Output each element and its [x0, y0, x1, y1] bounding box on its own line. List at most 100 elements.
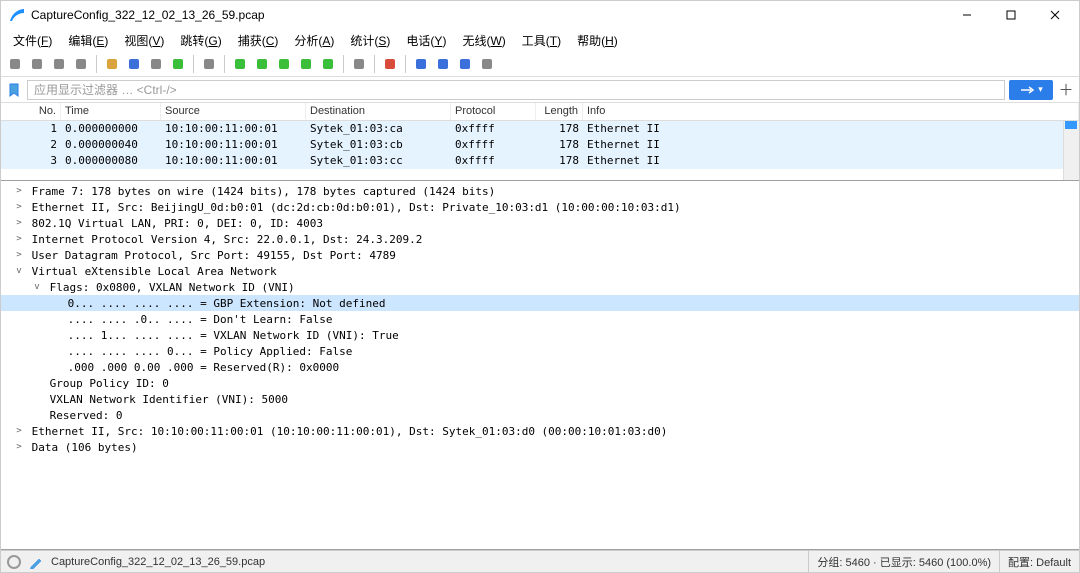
toolbar-stop-icon[interactable]: [27, 54, 47, 74]
status-profile[interactable]: 配置: Default: [999, 551, 1079, 572]
detail-row[interactable]: > Ethernet II, Src: BeijingU_0d:b0:01 (d…: [1, 199, 1079, 215]
close-button[interactable]: [1033, 1, 1077, 29]
tree-toggle-icon: [49, 346, 61, 356]
detail-row[interactable]: 0... .... .... .... = GBP Extension: Not…: [1, 295, 1079, 311]
detail-row[interactable]: v Virtual eXtensible Local Area Network: [1, 263, 1079, 279]
tree-toggle-icon: [49, 330, 61, 340]
detail-row[interactable]: .... .... .... 0... = Policy Applied: Fa…: [1, 343, 1079, 359]
detail-row[interactable]: .... 1... .... .... = VXLAN Network ID (…: [1, 327, 1079, 343]
menu-item-2[interactable]: 视图(V): [116, 30, 172, 51]
minimize-button[interactable]: [945, 1, 989, 29]
menu-item-6[interactable]: 统计(S): [342, 30, 398, 51]
maximize-button[interactable]: [989, 1, 1033, 29]
packet-list-body[interactable]: 10.00000000010:10:00:11:00:01Sytek_01:03…: [1, 121, 1079, 180]
menu-item-7[interactable]: 电话(Y): [398, 30, 454, 51]
apply-filter-button[interactable]: ▾: [1009, 80, 1053, 100]
tree-toggle-icon[interactable]: >: [13, 234, 25, 244]
menu-item-10[interactable]: 帮助(H): [569, 30, 626, 51]
menu-item-5[interactable]: 分析(A): [286, 30, 342, 51]
packet-row[interactable]: 10.00000000010:10:00:11:00:01Sytek_01:03…: [1, 121, 1079, 137]
toolbar-first-icon[interactable]: [296, 54, 316, 74]
detail-row[interactable]: > Internet Protocol Version 4, Src: 22.0…: [1, 231, 1079, 247]
status-packets: 分组: 5460 · 已显示: 5460 (100.0%): [808, 551, 999, 572]
detail-row[interactable]: > Data (106 bytes): [1, 439, 1079, 455]
toolbar-close-icon[interactable]: [146, 54, 166, 74]
tree-toggle-icon[interactable]: v: [31, 282, 43, 292]
detail-row[interactable]: Group Policy ID: 0: [1, 375, 1079, 391]
tree-toggle-icon[interactable]: >: [13, 186, 25, 196]
statusbar: CaptureConfig_322_12_02_13_26_59.pcap 分组…: [1, 550, 1079, 572]
toolbar-zoomin-icon[interactable]: [411, 54, 431, 74]
tree-toggle-icon: [31, 394, 43, 404]
toolbar-colorize-icon[interactable]: [380, 54, 400, 74]
tree-toggle-icon: [49, 298, 61, 308]
toolbar-separator: [343, 55, 344, 73]
menu-item-8[interactable]: 无线(W): [454, 30, 513, 51]
tree-toggle-icon: [49, 314, 61, 324]
add-filter-button[interactable]: ＋: [1057, 81, 1075, 99]
detail-row[interactable]: > User Datagram Protocol, Src Port: 4915…: [1, 247, 1079, 263]
detail-row[interactable]: > Ethernet II, Src: 10:10:00:11:00:01 (1…: [1, 423, 1079, 439]
tree-toggle-icon[interactable]: >: [13, 202, 25, 212]
bookmark-icon[interactable]: [5, 81, 23, 99]
col-no[interactable]: No.: [1, 103, 61, 120]
toolbar-resize-icon[interactable]: [477, 54, 497, 74]
menu-item-4[interactable]: 捕获(C): [230, 30, 287, 51]
toolbar-start-icon[interactable]: [5, 54, 25, 74]
tree-toggle-icon: [49, 362, 61, 372]
col-length[interactable]: Length: [536, 103, 583, 120]
tree-toggle-icon[interactable]: >: [13, 218, 25, 228]
toolbar-last-icon[interactable]: [318, 54, 338, 74]
packet-list-header[interactable]: No. Time Source Destination Protocol Len…: [1, 103, 1079, 121]
toolbar-jump-icon[interactable]: [274, 54, 294, 74]
detail-row[interactable]: > Frame 7: 178 bytes on wire (1424 bits)…: [1, 183, 1079, 199]
app-icon: [9, 7, 25, 23]
toolbar-autoscroll-icon[interactable]: [349, 54, 369, 74]
expert-info-icon[interactable]: [7, 555, 21, 569]
toolbar-separator: [96, 55, 97, 73]
toolbar-options-icon[interactable]: [71, 54, 91, 74]
col-info[interactable]: Info: [583, 103, 1079, 120]
menu-item-0[interactable]: 文件(F): [5, 30, 60, 51]
menu-item-9[interactable]: 工具(T): [514, 30, 569, 51]
toolbar-reload-icon[interactable]: [168, 54, 188, 74]
toolbar-restart-icon[interactable]: [49, 54, 69, 74]
detail-row[interactable]: v Flags: 0x0800, VXLAN Network ID (VNI): [1, 279, 1079, 295]
menu-item-1[interactable]: 编辑(E): [60, 30, 116, 51]
detail-row[interactable]: VXLAN Network Identifier (VNI): 5000: [1, 391, 1079, 407]
col-destination[interactable]: Destination: [306, 103, 451, 120]
display-filter-input[interactable]: [27, 80, 1005, 100]
scrollbar[interactable]: [1063, 121, 1079, 180]
filterbar: ▾ ＋: [1, 77, 1079, 103]
toolbar-separator: [193, 55, 194, 73]
tree-toggle-icon[interactable]: >: [13, 442, 25, 452]
detail-row[interactable]: Reserved: 0: [1, 407, 1079, 423]
toolbar-find-icon[interactable]: [199, 54, 219, 74]
toolbar-zoom100-icon[interactable]: [455, 54, 475, 74]
col-source[interactable]: Source: [161, 103, 306, 120]
window-title: CaptureConfig_322_12_02_13_26_59.pcap: [31, 8, 945, 22]
scrollbar-thumb[interactable]: [1065, 121, 1077, 129]
packet-row[interactable]: 30.00000008010:10:00:11:00:01Sytek_01:03…: [1, 153, 1079, 169]
tree-toggle-icon[interactable]: >: [13, 250, 25, 260]
detail-row[interactable]: .000 .000 0.00 .000 = Reserved(R): 0x000…: [1, 359, 1079, 375]
toolbar-zoomout-icon[interactable]: [433, 54, 453, 74]
edit-capture-icon[interactable]: [29, 555, 43, 569]
toolbar-back-icon[interactable]: [230, 54, 250, 74]
tree-toggle-icon[interactable]: >: [13, 426, 25, 436]
col-protocol[interactable]: Protocol: [451, 103, 536, 120]
toolbar-separator: [405, 55, 406, 73]
toolbar-open-icon[interactable]: [102, 54, 122, 74]
toolbar-save-icon[interactable]: [124, 54, 144, 74]
toolbar-fwd-icon[interactable]: [252, 54, 272, 74]
col-time[interactable]: Time: [61, 103, 161, 120]
detail-row[interactable]: > 802.1Q Virtual LAN, PRI: 0, DEI: 0, ID…: [1, 215, 1079, 231]
packet-list-pane: No. Time Source Destination Protocol Len…: [1, 103, 1079, 181]
status-file-label: CaptureConfig_322_12_02_13_26_59.pcap: [51, 556, 265, 568]
app-window: CaptureConfig_322_12_02_13_26_59.pcap 文件…: [0, 0, 1080, 573]
packet-row[interactable]: 20.00000004010:10:00:11:00:01Sytek_01:03…: [1, 137, 1079, 153]
detail-row[interactable]: .... .... .0.. .... = Don't Learn: False: [1, 311, 1079, 327]
tree-toggle-icon[interactable]: v: [13, 266, 25, 276]
menu-item-3[interactable]: 跳转(G): [172, 30, 229, 51]
packet-details-pane[interactable]: > Frame 7: 178 bytes on wire (1424 bits)…: [1, 181, 1079, 550]
